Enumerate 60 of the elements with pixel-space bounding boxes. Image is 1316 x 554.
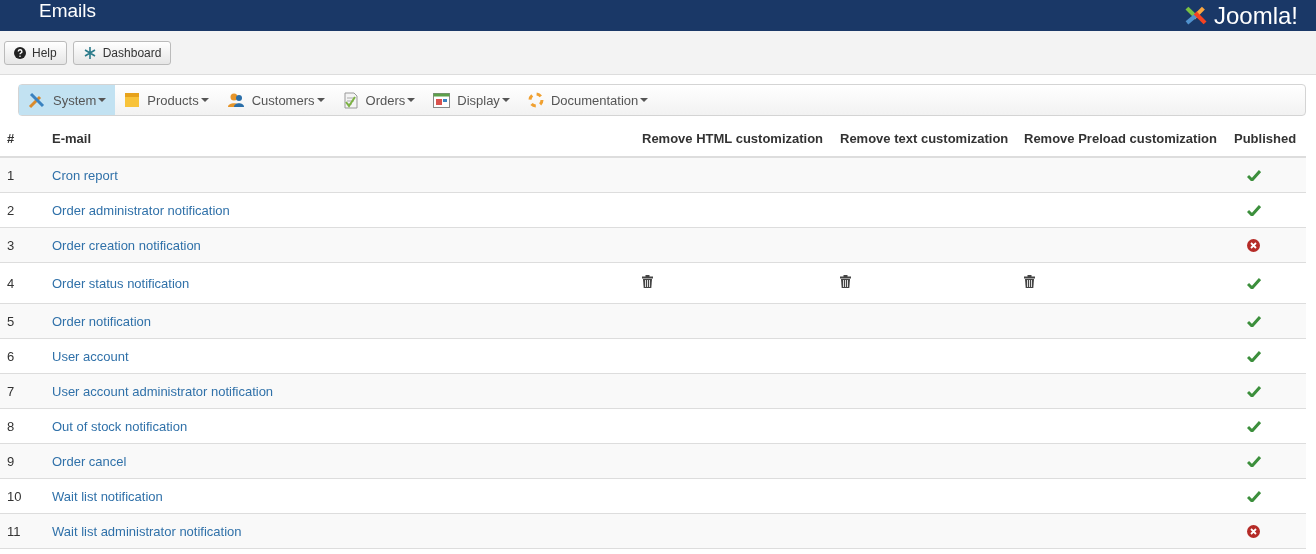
- column-header: Remove HTML customization: [641, 130, 825, 146]
- row-number: 4: [6, 275, 16, 291]
- asterisk-icon: [82, 45, 97, 60]
- email-link[interactable]: Wait list administrator notification: [45, 523, 242, 539]
- menu-item[interactable]: Products: [115, 85, 218, 115]
- page-title: Emails: [39, 0, 96, 22]
- column-header: Remove text customization: [839, 130, 1010, 146]
- check-icon[interactable]: [1247, 455, 1261, 467]
- column-header: Published: [1233, 130, 1298, 146]
- menu-item[interactable]: System: [19, 85, 116, 115]
- help-button[interactable]: Help: [4, 40, 67, 65]
- users-icon: [226, 92, 245, 108]
- menu-item[interactable]: Customers: [217, 85, 334, 115]
- email-link[interactable]: Order cancel: [45, 453, 127, 469]
- column-header: E-mail: [51, 130, 92, 146]
- email-link[interactable]: Out of stock notification: [45, 418, 188, 434]
- row-number: 10: [6, 488, 23, 504]
- logo-text: Joomla!: [1213, 1, 1299, 30]
- row-number: 5: [6, 313, 16, 329]
- row-number: 9: [6, 453, 16, 469]
- check-icon[interactable]: [1247, 420, 1261, 432]
- email-link[interactable]: Cron report: [45, 167, 118, 183]
- trash-icon[interactable]: [1024, 275, 1035, 288]
- check-icon[interactable]: [1247, 169, 1261, 181]
- menu-item[interactable]: Display: [424, 85, 519, 115]
- check-icon[interactable]: [1247, 385, 1261, 397]
- row-number: 11: [6, 523, 22, 539]
- email-link[interactable]: Order status notification: [45, 275, 190, 291]
- check-icon[interactable]: [1247, 490, 1261, 502]
- question-icon: [14, 46, 26, 59]
- row-number: 8: [6, 418, 16, 434]
- document-check-icon: [342, 91, 359, 109]
- lifebuoy-icon: [527, 92, 544, 108]
- email-link[interactable]: Order creation notification: [45, 237, 201, 253]
- row-number: 7: [6, 383, 16, 399]
- row-number: 2: [6, 202, 16, 218]
- check-icon[interactable]: [1247, 277, 1261, 289]
- check-icon[interactable]: [1247, 350, 1261, 362]
- cross-circle-icon[interactable]: [1247, 524, 1260, 538]
- email-link[interactable]: Wait list notification: [45, 488, 163, 504]
- email-link[interactable]: Order notification: [45, 313, 151, 329]
- menu-item[interactable]: Orders: [333, 85, 425, 115]
- row-number: 3: [6, 237, 16, 253]
- row-number: 6: [6, 348, 16, 364]
- menu-item[interactable]: Documentation: [518, 85, 658, 115]
- column-header: Remove Preload customization: [1023, 130, 1218, 146]
- window-icon: [433, 92, 451, 108]
- trash-icon[interactable]: [840, 275, 851, 288]
- column-header: #: [6, 130, 16, 146]
- cross-circle-icon[interactable]: [1247, 238, 1260, 252]
- box-icon: [124, 92, 141, 108]
- check-icon[interactable]: [1247, 204, 1261, 216]
- dashboard-button[interactable]: Dashboard: [72, 40, 172, 65]
- email-link[interactable]: User account administrator notification: [45, 383, 274, 399]
- trash-icon[interactable]: [642, 275, 653, 288]
- check-icon[interactable]: [1247, 315, 1261, 327]
- email-link[interactable]: User account: [45, 348, 129, 364]
- tools-icon: [28, 91, 46, 109]
- row-number: 1: [6, 167, 16, 183]
- email-link[interactable]: Order administrator notification: [45, 202, 230, 218]
